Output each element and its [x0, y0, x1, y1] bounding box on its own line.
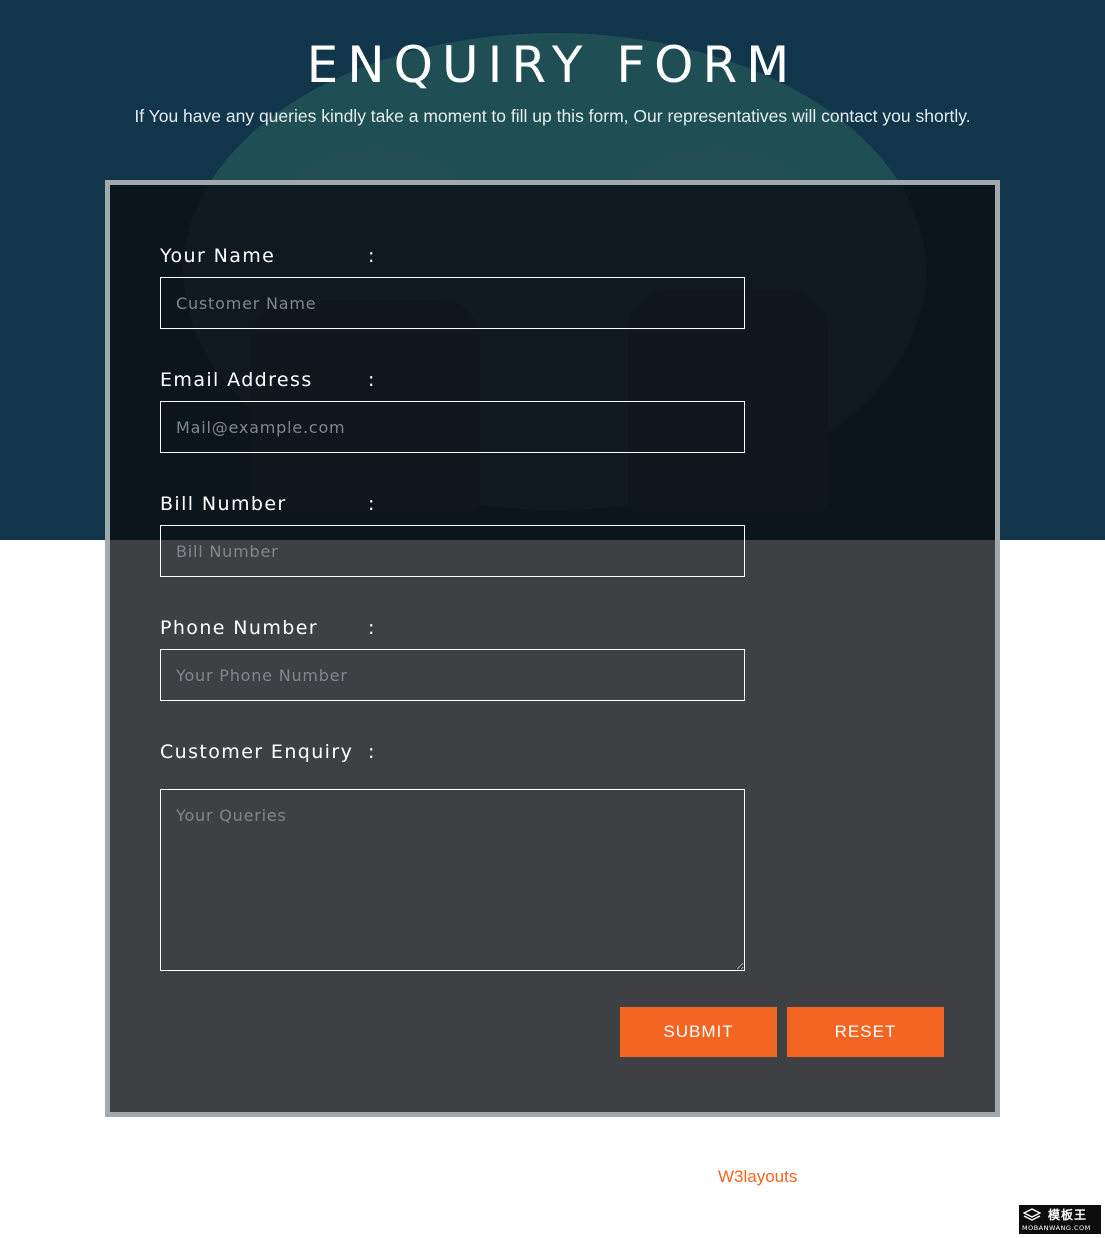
email-label-colon: :	[368, 369, 375, 391]
watermark-en-text: MOBANWANG.COM	[1022, 1224, 1091, 1232]
submit-button[interactable]: SUBMIT	[620, 1007, 777, 1057]
reset-button[interactable]: RESET	[787, 1007, 944, 1057]
bill-number-label-colon: :	[368, 493, 375, 515]
enquiry-textarea[interactable]	[160, 789, 745, 971]
name-label-colon: :	[368, 245, 375, 267]
phone-number-label: Phone Number	[160, 617, 319, 639]
w3layouts-link[interactable]: W3layouts	[718, 1167, 797, 1187]
page-title: ENQUIRY FORM	[306, 36, 799, 94]
customer-enquiry-label: Customer Enquiry	[160, 741, 354, 763]
customer-enquiry-label-colon: :	[368, 741, 375, 763]
watermark-cn-text: 模板王	[1048, 1208, 1088, 1222]
email-label: Email Address	[160, 369, 313, 391]
stack-logo-icon	[1023, 1208, 1041, 1221]
phone-number-input[interactable]	[160, 649, 745, 701]
phone-number-label-colon: :	[368, 617, 375, 639]
email-input[interactable]	[160, 401, 745, 453]
name-label: Your Name	[160, 245, 276, 267]
mobanwang-watermark: 模板王 MOBANWANG.COM	[1019, 1205, 1101, 1234]
enquiry-form: Your Name : Email Address : Bill Number …	[105, 180, 1000, 1117]
bill-number-input[interactable]	[160, 525, 745, 577]
bill-number-label: Bill Number	[160, 493, 287, 515]
customer-name-input[interactable]	[160, 277, 745, 329]
page-subtitle: If You have any queries kindly take a mo…	[134, 106, 971, 126]
